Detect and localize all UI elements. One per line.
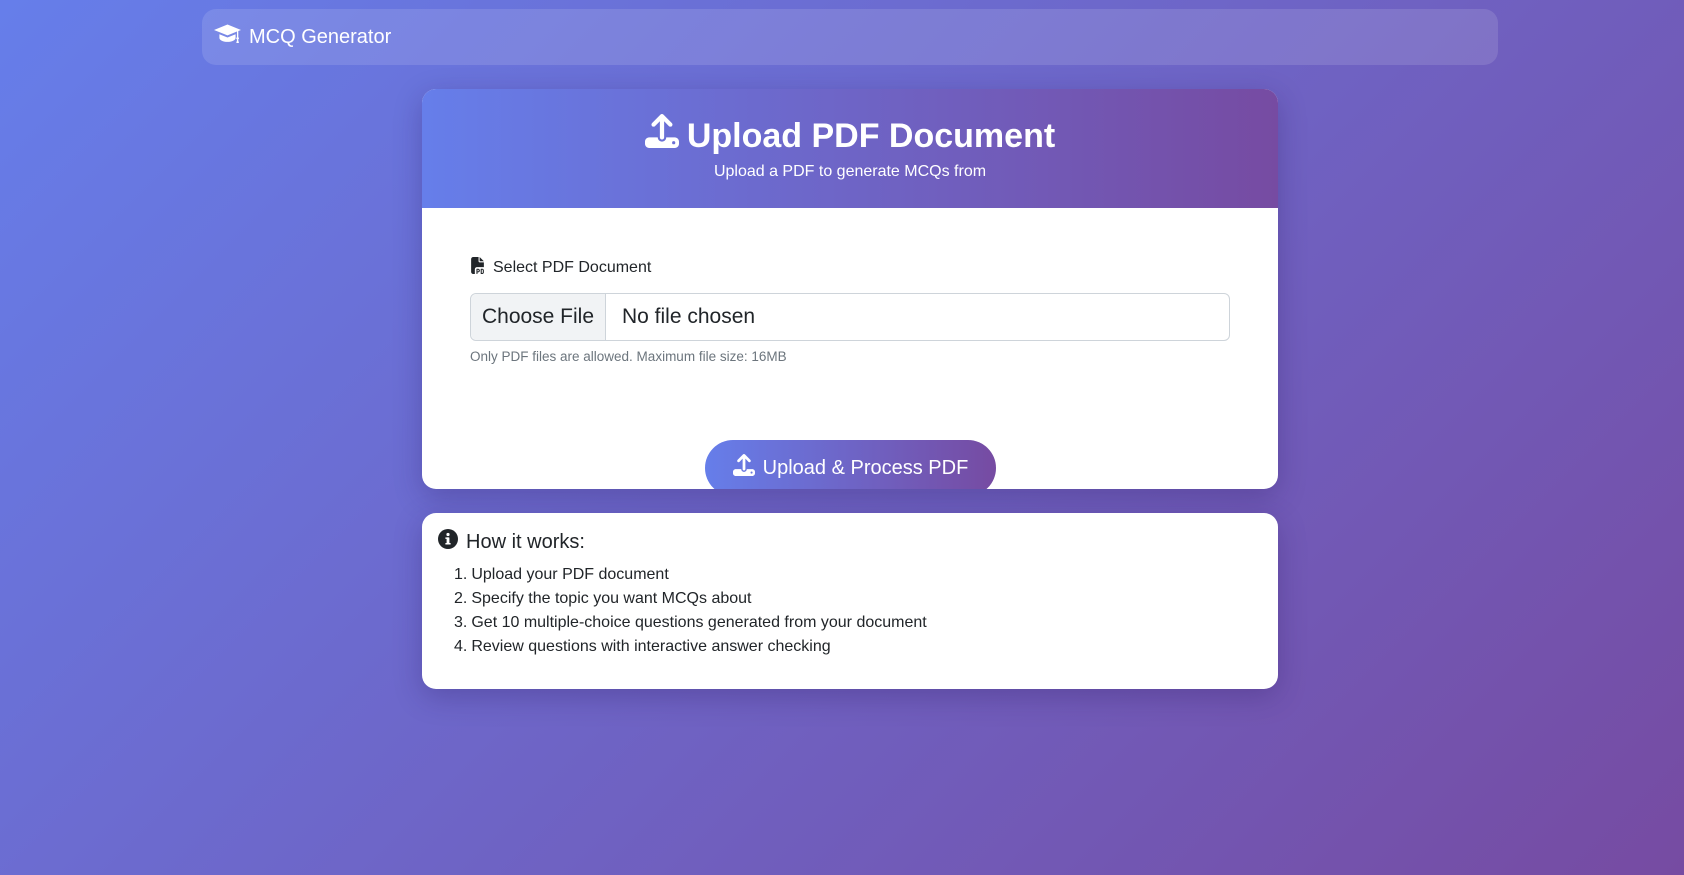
pdf-file-input[interactable]: Choose File No file chosen (470, 293, 1230, 341)
step-text: Upload your PDF document (471, 566, 669, 583)
how-it-works-title-text: How it works: (466, 530, 585, 553)
graduation-cap-icon (214, 23, 241, 51)
upload-process-button[interactable]: Upload & Process PDF (705, 440, 996, 489)
step-text: Review questions with interactive answer… (471, 638, 831, 655)
list-item: 4. Review questions with interactive ans… (454, 635, 1262, 659)
upload-card-subtitle: Upload a PDF to generate MCQs from (713, 163, 987, 180)
upload-card: Upload PDF Document Upload a PDF to gene… (422, 89, 1278, 489)
how-it-works-card: How it works: 1. Upload your PDF documen… (422, 513, 1278, 689)
file-status-text: No file chosen (622, 305, 756, 328)
upload-card-title-text: Upload PDF Document (686, 116, 1056, 155)
file-help-text: Only PDF files are allowed. Maximum file… (470, 349, 787, 364)
choose-file-button[interactable]: Choose File (471, 294, 606, 340)
how-it-works-title: How it works: (438, 529, 1262, 555)
navbar-brand[interactable]: MCQ Generator (214, 23, 391, 51)
navbar: MCQ Generator (202, 9, 1498, 65)
brand-label: MCQ Generator (249, 25, 392, 48)
upload-icon (732, 454, 755, 482)
list-item: 2. Specify the topic you want MCQs about (454, 587, 1262, 611)
step-text: Get 10 multiple-choice questions generat… (471, 614, 927, 631)
upload-icon (644, 114, 679, 157)
file-pdf-icon (470, 257, 485, 279)
pdf-field-label: Select PDF Document (470, 257, 1230, 279)
list-item: 1. Upload your PDF document (454, 563, 1262, 587)
info-circle-icon (438, 529, 458, 555)
pdf-field-label-text: Select PDF Document (493, 259, 652, 276)
step-text: Specify the topic you want MCQs about (471, 590, 752, 607)
list-item: 3. Get 10 multiple-choice questions gene… (454, 611, 1262, 635)
upload-process-button-label: Upload & Process PDF (762, 456, 969, 479)
upload-form: Select PDF Document Choose File No file … (422, 257, 1278, 489)
upload-card-header: Upload PDF Document Upload a PDF to gene… (422, 89, 1278, 208)
step-number: 4. (454, 638, 468, 655)
steps-list: 1. Upload your PDF document 2. Specify t… (438, 563, 1262, 659)
step-number: 1. (454, 566, 468, 583)
step-number: 3. (454, 614, 468, 631)
step-number: 2. (454, 590, 468, 607)
upload-card-title: Upload PDF Document (644, 114, 1056, 157)
